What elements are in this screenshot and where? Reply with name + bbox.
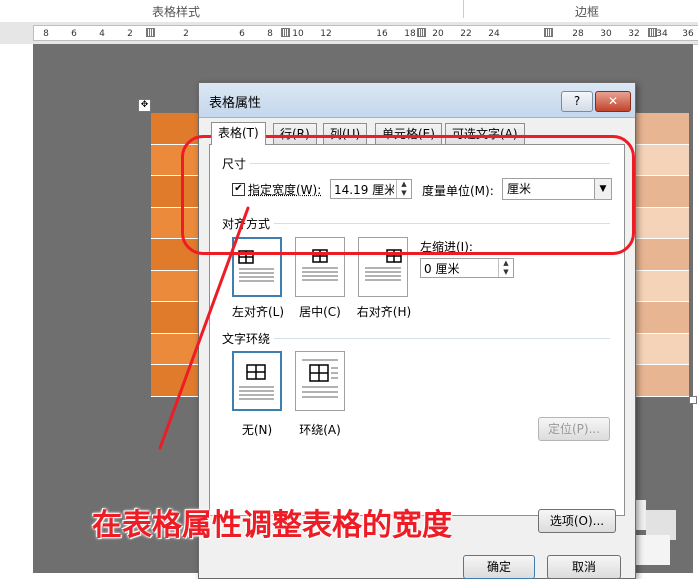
tab-table[interactable]: 表格(T) — [211, 122, 266, 145]
annotation-caption: 在表格属性调整表格的宽度 — [92, 508, 452, 543]
annotation-arrow-icon — [158, 206, 250, 450]
